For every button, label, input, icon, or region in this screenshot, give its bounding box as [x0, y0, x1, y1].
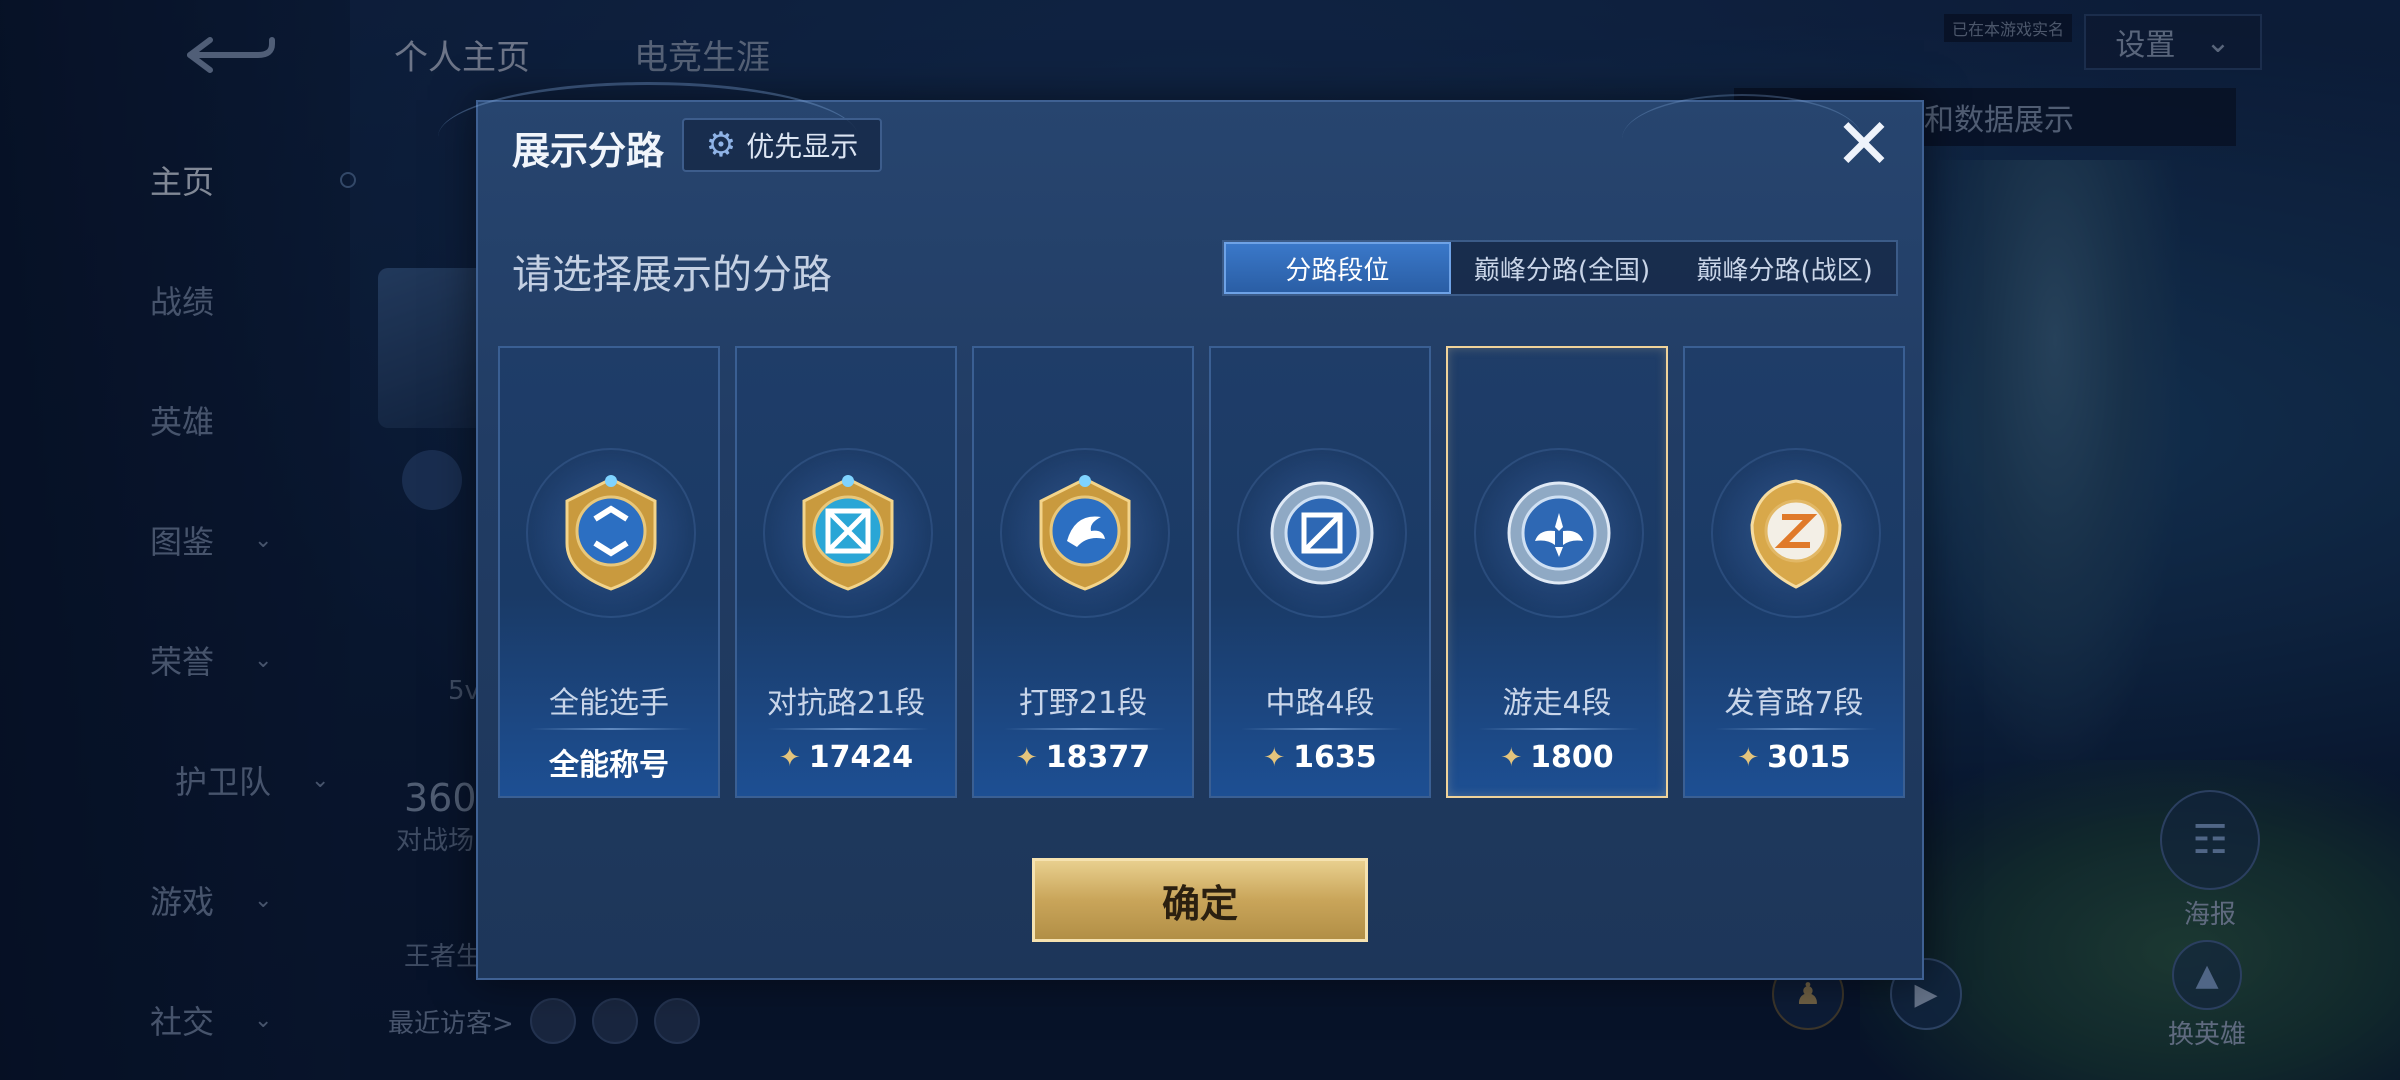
tab-lane-rank[interactable]: 分路段位 [1224, 242, 1451, 294]
lane-name: 中路4段 [1265, 686, 1375, 721]
lane-score: ✦ 1635 [1211, 740, 1429, 775]
lane-score-value: 17424 [808, 740, 914, 775]
peak-score-icon: ✦ [1500, 742, 1523, 773]
priority-label: 优先显示 [746, 130, 859, 163]
peak-score-icon: ✦ [1015, 742, 1038, 773]
priority-display-button[interactable]: ⚙ 优先显示 [682, 118, 882, 172]
lane-name: 发育路7段 [1724, 686, 1864, 721]
lane-score-value: 3015 [1767, 740, 1851, 775]
decorative-swoosh [1622, 94, 1862, 184]
tab-peak-region[interactable]: 巅峰分路(战区) [1673, 242, 1896, 294]
gear-icon: ⚙ [705, 125, 737, 165]
dialog-subtitle: 请选择展示的分路 [512, 252, 832, 298]
divider [1715, 728, 1877, 730]
lane-name: 对抗路21段 [766, 686, 926, 721]
lane-card-roam[interactable]: 游走4段 ✦ 1800 [1446, 346, 1668, 798]
lane-score: ✦ 3015 [1685, 740, 1903, 775]
jungle-emblem-icon [1039, 475, 1131, 591]
lane-score: ✦ 17424 [737, 740, 955, 775]
game-screen: 主页 战绩 英雄 图鉴 ⌄ 荣誉 ⌄ 护卫队 ⌄ 游戏 ⌄ 社交 ⌄ 个人主页 [0, 0, 2400, 1080]
lane-type-segmented-control: 分路段位 巅峰分路(全国) 巅峰分路(战区) [1222, 240, 1898, 296]
lane-name: 游走4段 [1502, 686, 1612, 721]
lane-card-jungle[interactable]: 打野21段 ✦ 18377 [972, 346, 1194, 798]
allround-emblem-icon [565, 475, 657, 591]
lane-score: 全能称号 [500, 740, 718, 784]
peak-score-icon: ✦ [778, 742, 801, 773]
farm-lane-emblem-icon [1750, 479, 1842, 589]
tab-peak-national[interactable]: 巅峰分路(全国) [1451, 242, 1674, 294]
lane-score: ✦ 1800 [1448, 740, 1666, 775]
lane-score-value: 1635 [1293, 740, 1377, 775]
divider [530, 728, 692, 730]
lane-score-value: 1800 [1530, 740, 1614, 775]
lane-score-value: 全能称号 [549, 748, 669, 783]
mid-lane-emblem-icon [1270, 481, 1374, 585]
lane-card-list: 全能选手 全能称号 对抗路21段 ✦ 17424 打野21段 ✦ 18377 中… [498, 346, 1906, 798]
divider [1004, 728, 1166, 730]
lane-display-dialog: 展示分路 ⚙ 优先显示 ✕ 请选择展示的分路 分路段位 巅峰分路(全国) 巅峰分… [438, 82, 1924, 980]
divider [1241, 728, 1403, 730]
divider [1478, 728, 1640, 730]
lane-name: 打野21段 [1018, 686, 1148, 721]
peak-score-icon: ✦ [1737, 742, 1760, 773]
roam-emblem-icon [1507, 481, 1611, 585]
lane-card-mid[interactable]: 中路4段 ✦ 1635 [1209, 346, 1431, 798]
lane-score-value: 18377 [1045, 740, 1151, 775]
peak-score-icon: ✦ [1263, 742, 1286, 773]
lane-score: ✦ 18377 [974, 740, 1192, 775]
confirm-button[interactable]: 确定 [1032, 858, 1368, 942]
clash-lane-emblem-icon [802, 475, 894, 591]
divider [767, 728, 929, 730]
dialog-title: 展示分路 [512, 129, 665, 173]
lane-name: 全能选手 [549, 686, 669, 721]
close-icon[interactable]: ✕ [1832, 109, 1896, 179]
lane-card-clash[interactable]: 对抗路21段 ✦ 17424 [735, 346, 957, 798]
lane-card-farm[interactable]: 发育路7段 ✦ 3015 [1683, 346, 1905, 798]
lane-card-allround[interactable]: 全能选手 全能称号 [498, 346, 720, 798]
